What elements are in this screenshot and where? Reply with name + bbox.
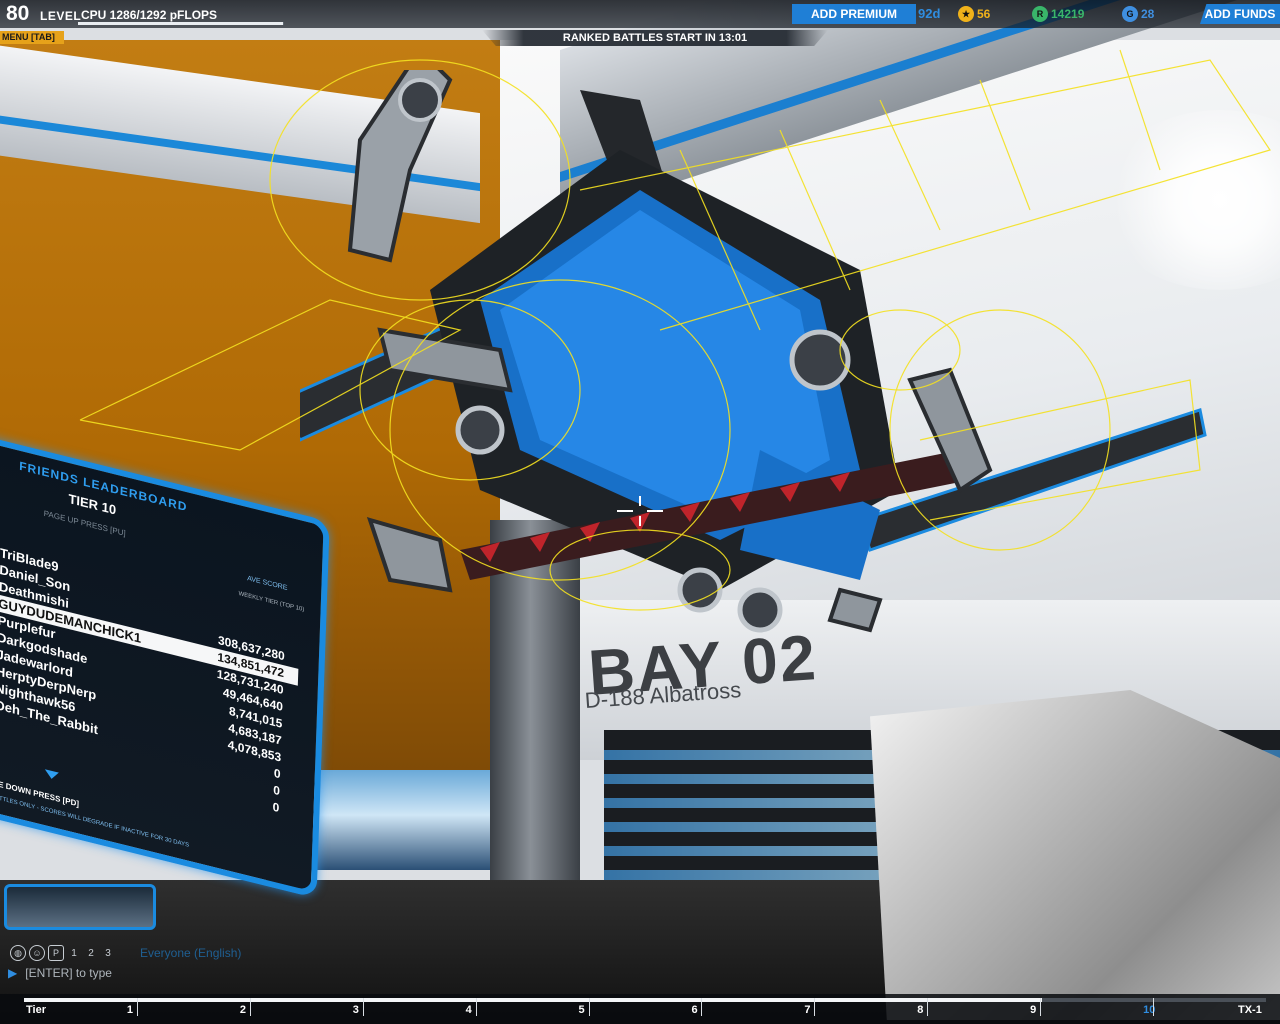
- cpu-bar: [78, 22, 284, 25]
- premium-days: 92d: [918, 6, 941, 21]
- tier-tick: [1040, 998, 1042, 1016]
- tier-tick: [362, 998, 364, 1016]
- robits-icon: R: [1032, 6, 1048, 22]
- chat-tab-3[interactable]: 3: [101, 948, 115, 959]
- chat-tab-2[interactable]: 2: [84, 948, 98, 959]
- tier-label: 9: [1030, 1004, 1037, 1016]
- tier-label: 8: [917, 1004, 924, 1016]
- menu-button[interactable]: MENU [TAB]: [0, 31, 64, 44]
- leaderboard-score: 0: [273, 782, 281, 799]
- tier-track-fill: [24, 998, 1043, 1002]
- white-cube: [870, 690, 1280, 1020]
- tier-label: 2: [239, 1004, 246, 1016]
- galaxy-coins-counter: G 28: [1122, 4, 1154, 24]
- robot-model[interactable]: [300, 70, 1220, 690]
- level-label: LEVEL: [40, 9, 82, 23]
- leaderboard-score: 0: [272, 799, 280, 816]
- chat-tab-1[interactable]: 1: [67, 948, 81, 959]
- tech-points-value: 56: [977, 7, 991, 21]
- chat-caret-icon: ▶: [8, 966, 18, 980]
- chat-channel-icons: ◍ ☺ P 1 2 3: [10, 945, 115, 961]
- robits-value: 14219: [1051, 7, 1085, 21]
- tier-label: Tier: [26, 1004, 46, 1016]
- tier-label: 5: [578, 1004, 585, 1016]
- galaxy-coins-value: 28: [1141, 7, 1155, 21]
- tier-tick: [1153, 998, 1155, 1016]
- robits-counter: R 14219: [1032, 4, 1084, 24]
- tech-points-counter: ★ 56: [958, 4, 990, 24]
- friends-icon[interactable]: ☺: [29, 945, 45, 961]
- tier-label: 4: [465, 1004, 472, 1016]
- galaxy-coins-icon: G: [1122, 6, 1138, 22]
- globe-icon[interactable]: ◍: [10, 945, 26, 961]
- tier-tick: [136, 998, 138, 1016]
- chat-channel-label: Everyone (English): [140, 946, 242, 960]
- tier-label: TX-1: [1238, 1004, 1262, 1016]
- tier-label: 7: [804, 1004, 811, 1016]
- tier-tick: [814, 998, 816, 1016]
- cpu-readout: CPU 1286/1292 pFLOPS: [81, 8, 218, 22]
- tier-tick: [249, 998, 251, 1016]
- tier-track: [24, 998, 1266, 1002]
- tier-tick: [927, 998, 929, 1016]
- player-level: 80: [6, 2, 30, 25]
- crosshair-icon: [617, 496, 663, 526]
- tier-label: 6: [691, 1004, 698, 1016]
- party-icon[interactable]: P: [48, 945, 64, 961]
- tier-tick: [475, 998, 477, 1016]
- screen-thumbnail: [4, 884, 156, 930]
- tier-tick: [588, 998, 590, 1016]
- leaderboard-score: 0: [273, 765, 281, 782]
- ranked-countdown: RANKED BATTLES START IN 13:01: [482, 30, 828, 46]
- add-premium-button[interactable]: ADD PREMIUM: [792, 4, 916, 24]
- tier-label: 3: [352, 1004, 359, 1016]
- tier-label: 1: [126, 1004, 134, 1016]
- add-funds-button[interactable]: ADD FUNDS: [1200, 4, 1280, 24]
- cpu-bar-fill: [78, 22, 283, 25]
- tier-tick: [701, 998, 703, 1016]
- tier-progress-bar: Tier 1 2 3 4 5 6 7 8 9 10 TX-1: [0, 994, 1280, 1024]
- chat-input-hint: [ENTER] to type: [25, 966, 112, 980]
- chat-input[interactable]: ▶ [ENTER] to type: [8, 964, 368, 982]
- tech-points-icon: ★: [958, 6, 974, 22]
